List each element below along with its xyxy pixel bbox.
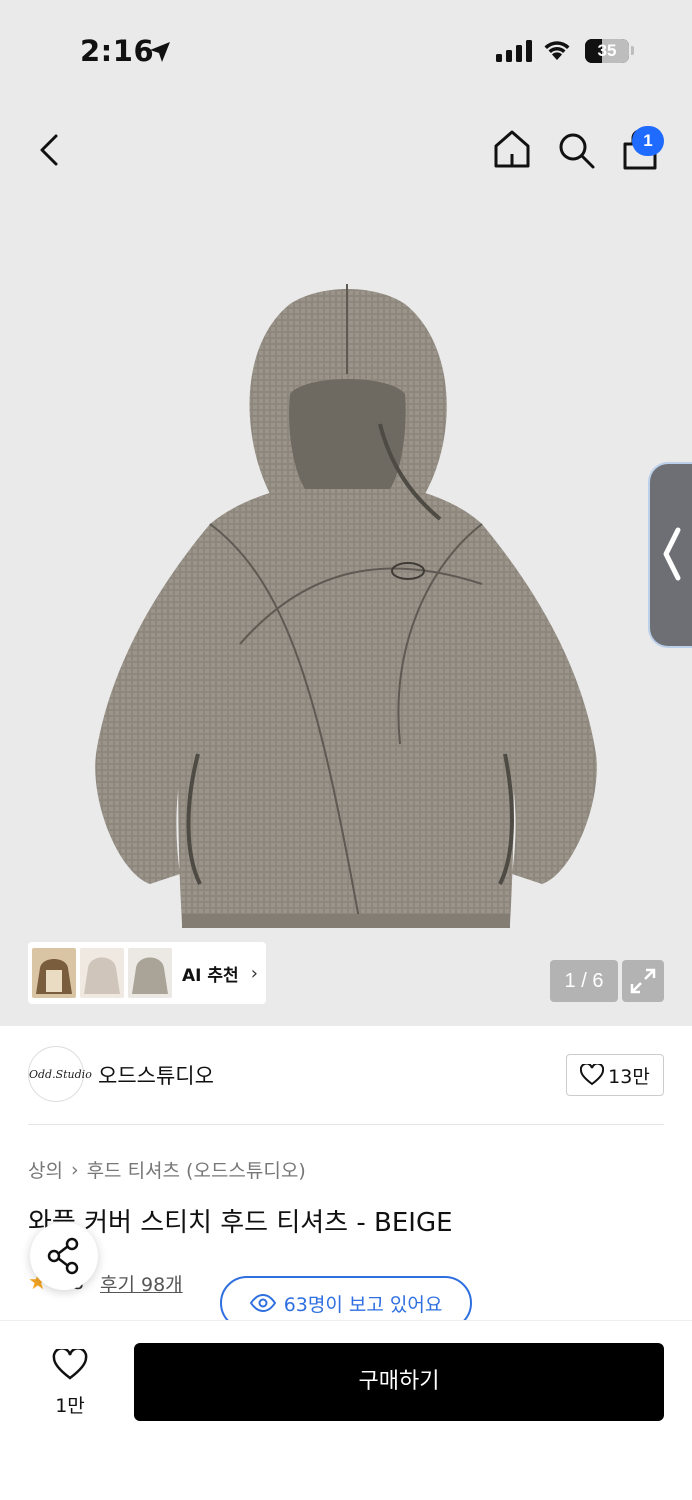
heart-icon [52,1347,88,1380]
chevron-right-icon: › [70,1158,79,1181]
brand-logo[interactable]: Odd.Studio [28,1046,92,1102]
battery-level: 35 [597,41,617,60]
location-arrow-icon [150,42,170,62]
breadcrumb: 상의 › 후드 티셔츠 (오드스튜디오) [28,1156,306,1183]
image-counter: 1 / 6 [550,960,618,1002]
status-time: 2:16 [80,34,155,68]
divider [28,1124,664,1125]
review-link[interactable]: 후기 98개 [100,1270,183,1297]
product-gallery[interactable]: AI 추천 › 1 / 6 [0,104,692,1026]
brand-name[interactable]: 오드스튜디오 [98,1060,214,1090]
battery-icon: 35 [585,39,629,63]
brand-like-count: 13만 [608,1065,650,1088]
recommendation-thumbnail[interactable] [32,948,76,998]
brand-like-button[interactable]: 13만 [566,1054,664,1096]
breadcrumb-category[interactable]: 상의 [28,1156,63,1183]
eye-icon [249,1294,276,1312]
wishlist-count: 1만 [55,1395,85,1417]
bottom-bar: 1만 구매하기 [0,1320,692,1500]
back-button[interactable] [32,132,68,168]
cart-count-badge: 1 [632,126,664,156]
share-icon [47,1237,79,1275]
product-image[interactable] [90,284,602,944]
heart-icon [580,1064,605,1086]
chevron-right-icon: › [250,962,258,984]
wishlist-button[interactable]: 1만 [40,1345,100,1417]
buy-button[interactable]: 구매하기 [134,1343,664,1421]
status-bar: 2:16 35 [0,0,692,104]
ai-recommendation-strip[interactable]: AI 추천 › [28,942,266,1004]
search-icon[interactable] [556,130,596,170]
home-icon[interactable] [492,128,532,170]
breadcrumb-subcategory[interactable]: 후드 티셔츠 (오드스튜디오) [87,1156,306,1183]
cellular-signal-icon [496,40,532,62]
ai-recommend-label[interactable]: AI 추천 [182,961,239,986]
wifi-icon [544,41,570,60]
recommendation-thumbnail[interactable] [80,948,124,998]
share-button[interactable] [30,1222,98,1290]
brand-row[interactable]: Odd.Studio 오드스튜디오 13만 [28,1046,664,1104]
chevron-left-icon [663,527,681,581]
expand-icon[interactable] [622,960,664,1002]
viewers-text: 63명이 보고 있어요 [283,1293,443,1316]
recommendation-thumbnail[interactable] [128,948,172,998]
